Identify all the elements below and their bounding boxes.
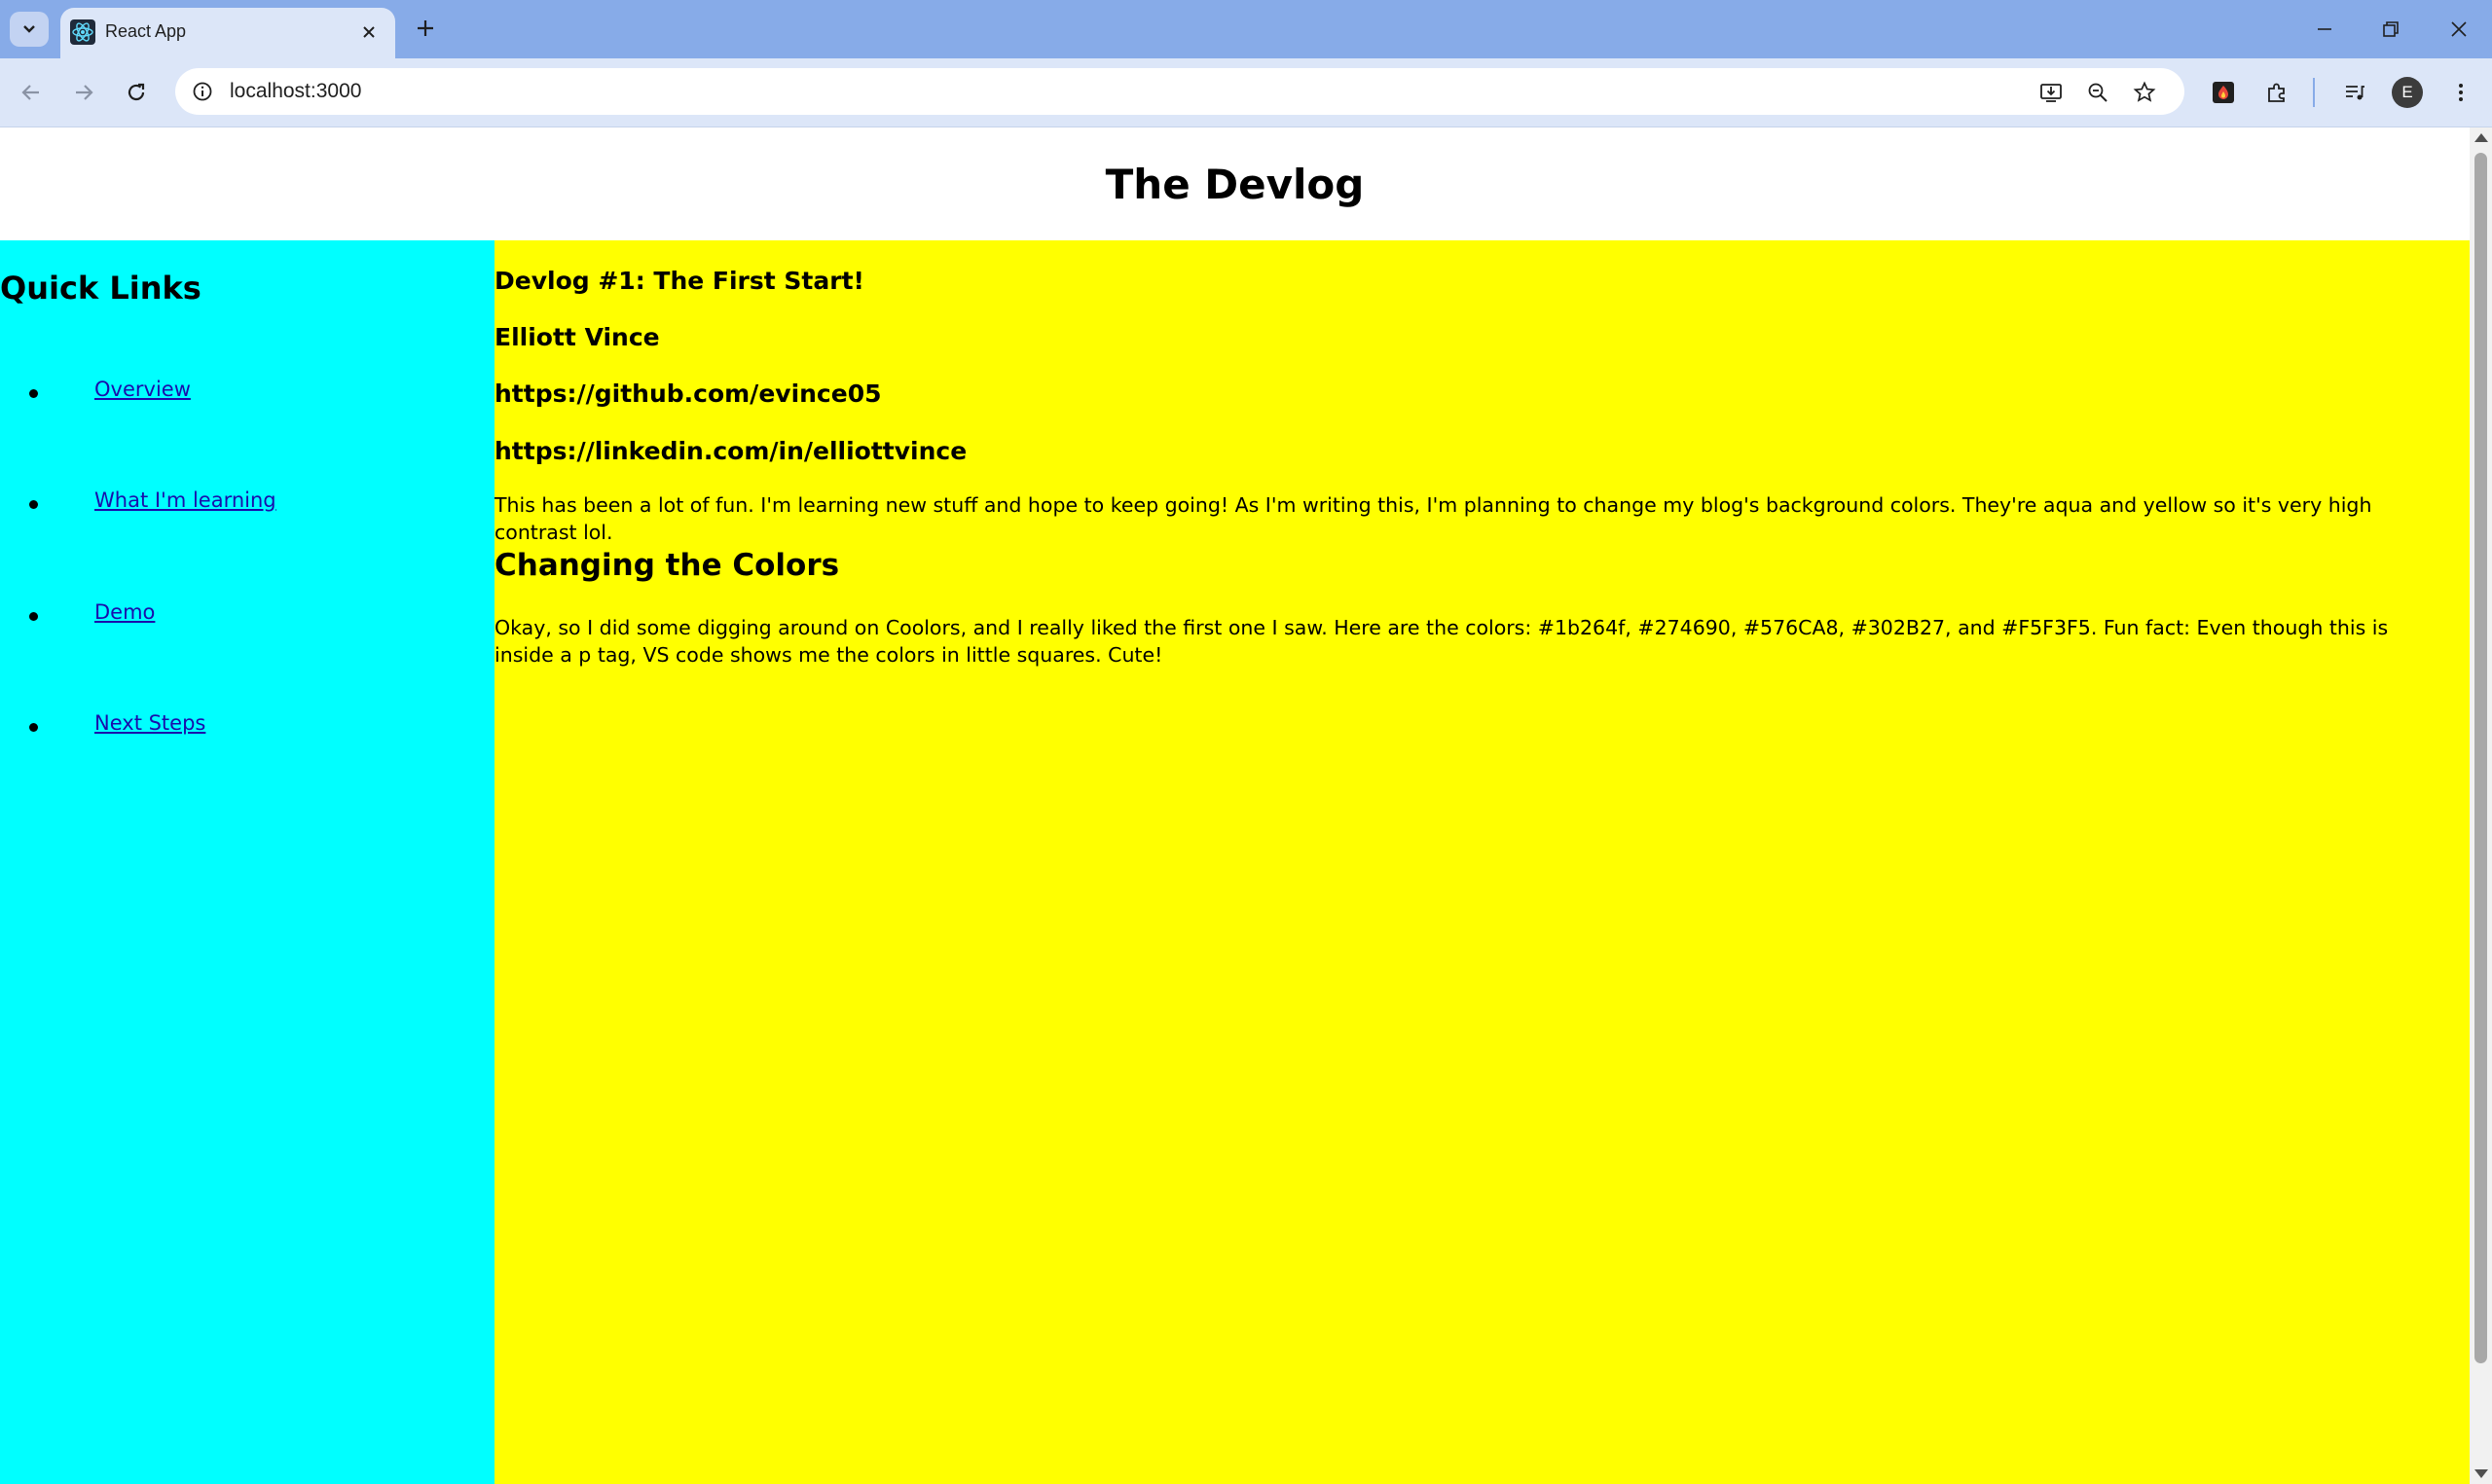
sidebar-heading: Quick Links [0,270,202,307]
post-linkedin-url: https://linkedin.com/in/elliottvince [495,437,968,465]
react-logo-icon [70,19,95,45]
scroll-up-arrow-icon[interactable] [2474,133,2488,142]
scrollbar-thumb[interactable] [2474,153,2487,1363]
bookmark-star-icon[interactable] [2128,76,2161,109]
post-title: Devlog #1: The First Start! [495,267,864,295]
reload-icon [128,83,145,101]
extensions-puzzle-icon[interactable] [2258,74,2295,111]
restore-window-button[interactable] [2371,10,2410,49]
address-bar-url: localhost:3000 [230,80,362,102]
tab-search-button[interactable] [10,12,49,47]
more-menu-icon[interactable] [2442,74,2479,111]
chevron-down-icon [23,25,35,33]
browser-tab-strip: React App [0,0,2492,58]
reload-button[interactable] [117,73,156,112]
close-tab-icon[interactable] [356,19,382,45]
page-viewport: The Devlog Quick Links Overview What I'm… [0,127,2470,1484]
new-tab-button[interactable] [409,12,442,45]
plus-icon [418,20,433,36]
toolbar-separator [2313,78,2315,107]
profile-avatar[interactable]: E [2392,77,2423,108]
post-intro-paragraph: This has been a lot of fun. I'm learning… [495,493,2372,544]
bullet-icon [29,389,38,398]
page-header: The Devlog [0,127,2470,240]
zoom-icon[interactable] [2081,76,2114,109]
post-author: Elliott Vince [495,323,660,351]
tab-title: React App [105,21,187,41]
minimize-window-button[interactable] [2305,10,2344,49]
page-body: Quick Links Overview What I'm learning D… [0,240,2470,1484]
install-app-icon[interactable] [2034,76,2068,109]
quick-links-sidebar: Quick Links Overview What I'm learning D… [0,240,495,1484]
post-content: Devlog #1: The First Start! Elliott Vinc… [495,240,2470,1484]
bullet-icon [29,612,38,621]
address-bar[interactable]: localhost:3000 [175,68,2184,115]
page-scrollbar[interactable] [2470,127,2492,1484]
quick-link-overview[interactable]: Overview [94,378,191,401]
scroll-down-arrow-icon[interactable] [2474,1469,2488,1478]
bullet-icon [29,723,38,732]
back-button[interactable] [12,73,51,112]
quick-link-what-im-learning[interactable]: What I'm learning [94,489,276,512]
restore-icon [2383,21,2399,37]
section-paragraph: Okay, so I did some digging around on Co… [495,616,2389,667]
minimize-icon [2318,28,2331,30]
close-icon [2451,21,2467,37]
close-window-button[interactable] [2439,10,2478,49]
section-heading: Changing the Colors [495,548,840,583]
quick-link-next-steps[interactable]: Next Steps [94,711,205,735]
quick-link-demo[interactable]: Demo [94,600,155,624]
browser-tab-active[interactable]: React App [60,8,395,58]
post-github-url: https://github.com/evince05 [495,380,882,408]
forward-button[interactable] [64,73,103,112]
arrow-left-icon [21,85,39,100]
browser-toolbar: localhost:3000 [0,58,2492,127]
bullet-icon [29,500,38,509]
site-info-icon[interactable] [189,78,216,105]
media-controls-icon[interactable] [2336,74,2373,111]
arrow-right-icon [76,85,93,100]
page-title: The Devlog [1105,160,1365,208]
extension-icon[interactable] [2205,74,2242,111]
